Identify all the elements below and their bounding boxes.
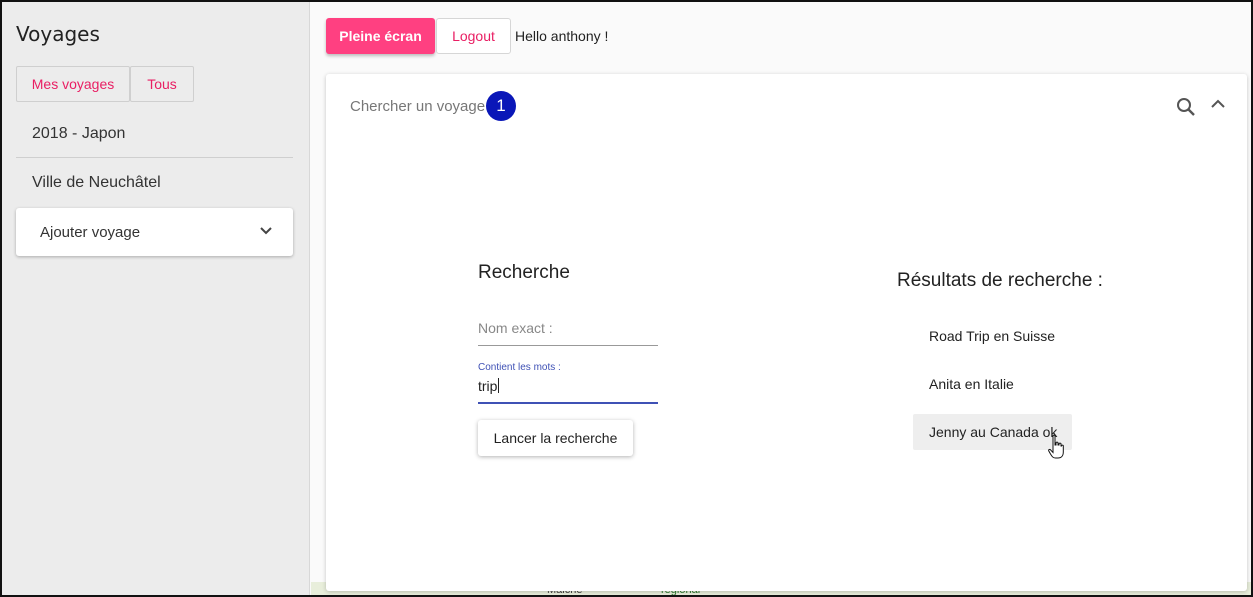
result-item[interactable]: Road Trip en Suisse bbox=[913, 318, 1072, 354]
fullscreen-button[interactable]: Pleine écran bbox=[326, 18, 435, 54]
add-trip-panel[interactable]: Ajouter voyage bbox=[16, 208, 293, 256]
search-form-heading: Recherche bbox=[478, 262, 570, 283]
logout-button[interactable]: Logout bbox=[436, 18, 511, 54]
launch-search-button[interactable]: Lancer la recherche bbox=[478, 420, 633, 456]
step-badge: 1 bbox=[486, 91, 516, 121]
result-item[interactable]: Anita en Italie bbox=[913, 366, 1072, 402]
contains-words-input[interactable]: trip bbox=[478, 378, 658, 404]
add-trip-label: Ajouter voyage bbox=[40, 223, 141, 241]
search-card-title: Chercher un voyage bbox=[350, 98, 486, 115]
contains-words-value: trip bbox=[478, 378, 498, 394]
results-heading: Résultats de recherche : bbox=[897, 270, 1103, 291]
filter-all-button[interactable]: Tous bbox=[130, 66, 194, 102]
sidebar: Voyages Mes voyages Tous 2018 - Japon Vi… bbox=[2, 2, 310, 595]
search-icon[interactable] bbox=[1175, 96, 1197, 123]
chevron-up-icon[interactable] bbox=[1209, 96, 1227, 119]
search-card: Chercher un voyage 1 Recherche Nom exact… bbox=[326, 74, 1247, 591]
hand-pointer-icon bbox=[1048, 434, 1064, 465]
chevron-down-icon bbox=[259, 224, 273, 242]
contains-words-label: Contient les mots : bbox=[478, 362, 561, 373]
greeting-text: Hello anthony ! bbox=[515, 28, 609, 44]
sidebar-title: Voyages bbox=[16, 22, 100, 46]
app-window: Voyages Mes voyages Tous 2018 - Japon Vi… bbox=[0, 0, 1253, 597]
sidebar-item-trip[interactable]: 2018 - Japon bbox=[16, 110, 293, 158]
text-caret bbox=[498, 378, 500, 393]
sidebar-item-trip[interactable]: Ville de Neuchâtel bbox=[16, 159, 293, 207]
exact-name-input[interactable]: Nom exact : bbox=[478, 320, 658, 346]
filter-mine-button[interactable]: Mes voyages bbox=[16, 66, 130, 102]
